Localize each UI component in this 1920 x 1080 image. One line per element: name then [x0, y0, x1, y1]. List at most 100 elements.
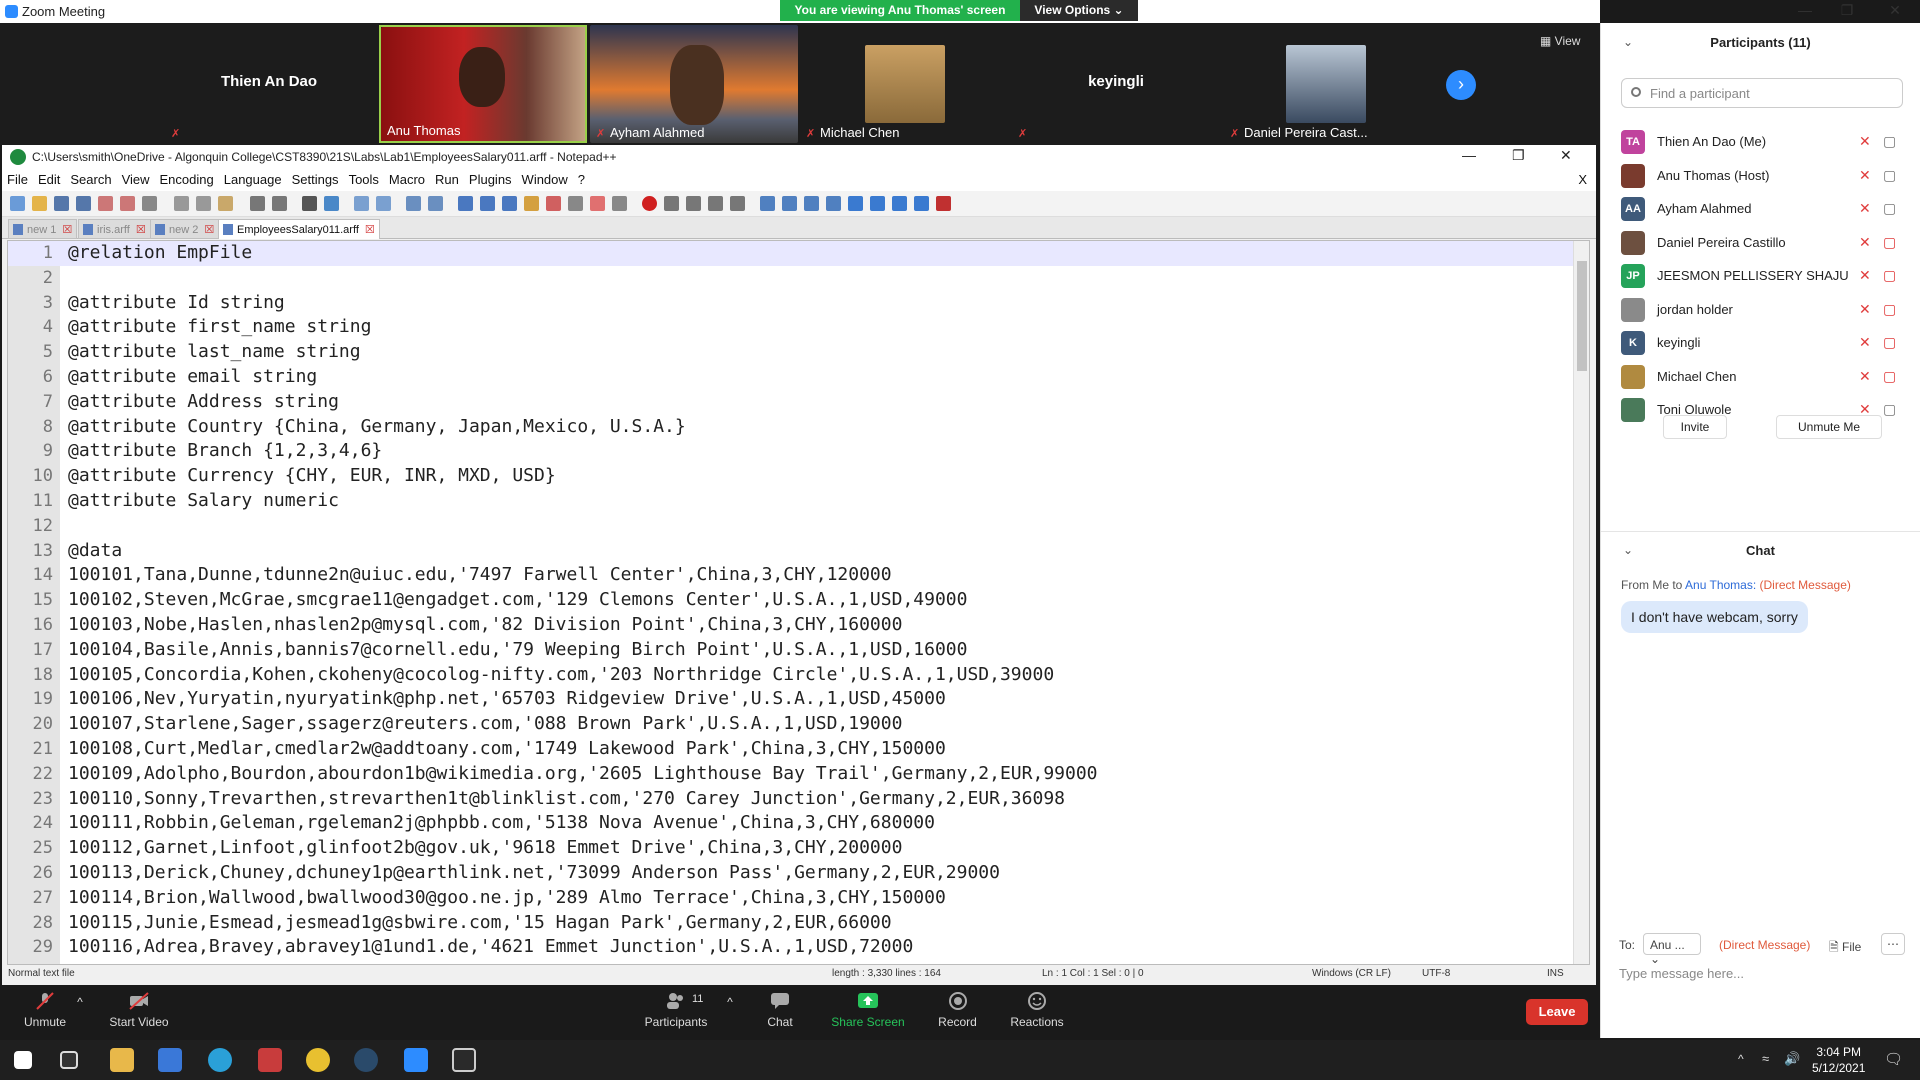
code-line[interactable]: 27 100114,Brion,Wallwood,bwallwood30@goo.… — [8, 886, 1589, 911]
taskbar-clock[interactable]: 3:04 PM 5/12/2021 — [1812, 1044, 1865, 1076]
code-line[interactable]: 1 @relation EmpFile — [8, 241, 1589, 266]
code-line[interactable]: 13 @data — [8, 539, 1589, 564]
sync-h-icon[interactable] — [428, 196, 443, 211]
recipient-select[interactable]: Anu ... ⌄ — [1643, 933, 1701, 966]
code-line[interactable]: 15 100102,Steven,McGrae,smcgrae11@engadge… — [8, 588, 1589, 613]
menu-window[interactable]: Window — [517, 169, 573, 190]
code-line[interactable]: 18 100105,Concordia,Kohen,ckoheny@cocolog… — [8, 663, 1589, 688]
next-page-button[interactable]: › — [1446, 70, 1476, 100]
function-list-icon[interactable] — [568, 196, 583, 211]
menu-search[interactable]: Search — [65, 169, 116, 190]
print-icon[interactable] — [142, 196, 157, 211]
close-all-icon[interactable] — [120, 196, 135, 211]
code-line[interactable]: 2 — [8, 266, 1589, 291]
code-line[interactable]: 25 100112,Garnet,Linfoot,glinfoot2b@gov.u… — [8, 836, 1589, 861]
replace-icon[interactable] — [324, 196, 339, 211]
cut-icon[interactable] — [174, 196, 189, 211]
code-editor[interactable]: 1 @relation EmpFile 2 3 @attribute Id string… — [7, 240, 1590, 965]
arrow-up-icon[interactable] — [848, 196, 863, 211]
tab-close-icon[interactable]: ☒ — [204, 224, 214, 236]
unmute-me-button[interactable]: Unmute Me — [1776, 415, 1882, 439]
vertical-scrollbar[interactable] — [1573, 241, 1589, 964]
code-line[interactable]: 28 100115,Junie,Esmead,jesmead1g@sbwire.c… — [8, 911, 1589, 936]
app-icon[interactable] — [452, 1048, 476, 1072]
chat-recipient[interactable]: Anu Thomas: — [1685, 578, 1756, 592]
participants-options-caret[interactable]: ^ — [724, 995, 736, 1009]
leave-button[interactable]: Leave — [1526, 999, 1588, 1025]
show-all-chars-icon[interactable] — [480, 196, 495, 211]
tab-close-icon[interactable]: ☒ — [62, 224, 72, 236]
code-line[interactable]: 4 @attribute first_name string — [8, 315, 1589, 340]
outlook-icon[interactable] — [258, 1048, 282, 1072]
video-tile[interactable]: ✗ Ayham Alahmed — [590, 25, 798, 143]
plugin-2-icon[interactable] — [782, 196, 797, 211]
sync-v-icon[interactable] — [406, 196, 421, 211]
zoom-out-icon[interactable] — [376, 196, 391, 211]
notifications-icon[interactable]: 🗨 — [1884, 1050, 1903, 1068]
volume-icon[interactable]: 🔊 — [1784, 1051, 1800, 1067]
lang-icon[interactable] — [524, 196, 539, 211]
open-file-icon[interactable] — [32, 196, 47, 211]
plugin-3-icon[interactable] — [804, 196, 819, 211]
scrollbar-thumb[interactable] — [1577, 261, 1587, 371]
maximize-button[interactable]: ❐ — [1832, 2, 1862, 20]
task-view-icon[interactable] — [60, 1051, 78, 1069]
tab-close-icon[interactable]: ☒ — [136, 224, 146, 236]
audio-options-caret[interactable]: ^ — [74, 995, 86, 1009]
video-tile[interactable]: ✗ Daniel Pereira Cast... — [1224, 25, 1432, 143]
code-line[interactable]: 10 @attribute Currency {CHY, EUR, INR, MX… — [8, 464, 1589, 489]
code-line[interactable]: 20 100107,Starlene,Sager,ssagerz@reuters.… — [8, 712, 1589, 737]
spell-check-icon[interactable] — [936, 196, 951, 211]
indent-guide-icon[interactable] — [502, 196, 517, 211]
reactions-button[interactable]: Reactions — [1008, 985, 1066, 1029]
code-line[interactable]: 5 @attribute last_name string — [8, 340, 1589, 365]
code-line[interactable]: 24 100111,Robbin,Geleman,rgeleman2j@phpbb… — [8, 811, 1589, 836]
code-line[interactable]: 3 @attribute Id string — [8, 291, 1589, 316]
tab-close-icon[interactable]: ☒ — [365, 224, 375, 236]
invite-button[interactable]: Invite — [1663, 415, 1727, 439]
chat-button[interactable]: Chat — [760, 985, 800, 1029]
plugin-4-icon[interactable] — [826, 196, 841, 211]
tab-new2[interactable]: new 2 ☒ — [150, 219, 220, 239]
menu-run[interactable]: Run — [430, 169, 464, 190]
paste-icon[interactable] — [218, 196, 233, 211]
view-options-button[interactable]: View Options ⌄ — [1020, 0, 1138, 21]
code-line[interactable]: 21 100108,Curt,Medlar,cmedlar2w@addtoany.… — [8, 737, 1589, 762]
code-line[interactable]: 14 100101,Tana,Dunne,tdunne2n@uiuc.edu,'7… — [8, 563, 1589, 588]
play-macro-icon[interactable] — [686, 196, 701, 211]
menu-settings[interactable]: Settings — [287, 169, 344, 190]
menu-view[interactable]: View — [117, 169, 155, 190]
tab-new1[interactable]: new 1 ☒ — [8, 219, 78, 239]
code-line[interactable]: 22 100109,Adolpho,Bourdon,abourdon1b@wiki… — [8, 762, 1589, 787]
run-macro-multiple-icon[interactable] — [708, 196, 723, 211]
save-all-icon[interactable] — [76, 196, 91, 211]
edge-icon[interactable] — [208, 1048, 232, 1072]
menu-plugins[interactable]: Plugins — [464, 169, 517, 190]
code-line[interactable]: 8 @attribute Country {China, Germany, Jap… — [8, 415, 1589, 440]
menu-tools[interactable]: Tools — [344, 169, 384, 190]
code-line[interactable]: 17 100104,Basile,Annis,bannis7@cornell.ed… — [8, 638, 1589, 663]
plugin-5-icon[interactable] — [914, 196, 929, 211]
steam-icon[interactable] — [354, 1048, 378, 1072]
code-line[interactable]: 19 100106,Nev,Yuryatin,nyuryatink@php.net… — [8, 687, 1589, 712]
undo-icon[interactable] — [250, 196, 265, 211]
video-tile-active[interactable]: Anu Thomas — [379, 25, 587, 143]
unmute-button[interactable]: Unmute — [20, 985, 70, 1029]
participant-search-input[interactable]: Find a participant — [1621, 78, 1903, 108]
view-button[interactable]: ▦ View — [1540, 34, 1580, 48]
video-tile[interactable]: ✗ Michael Chen — [800, 25, 1008, 143]
code-line[interactable]: 9 @attribute Branch {1,2,3,4,6} — [8, 439, 1589, 464]
code-line[interactable]: 29 100116,Adrea,Bravey,abravey1@1und1.de,… — [8, 935, 1589, 960]
close-file-icon[interactable] — [98, 196, 113, 211]
menu-encoding[interactable]: Encoding — [155, 169, 219, 190]
video-tile[interactable]: Thien An Dao ✗ — [165, 25, 373, 143]
menu-language[interactable]: Language — [219, 169, 287, 190]
zoom-in-icon[interactable] — [354, 196, 369, 211]
folder-workspace-icon[interactable] — [590, 196, 605, 211]
copy-icon[interactable] — [196, 196, 211, 211]
chat-message-input[interactable]: Type message here... — [1619, 966, 1744, 981]
close-doc-icon[interactable]: X — [1573, 169, 1592, 190]
menu-edit[interactable]: Edit — [33, 169, 65, 190]
record-button[interactable]: Record — [935, 985, 980, 1029]
menu-help[interactable]: ? — [573, 169, 590, 190]
